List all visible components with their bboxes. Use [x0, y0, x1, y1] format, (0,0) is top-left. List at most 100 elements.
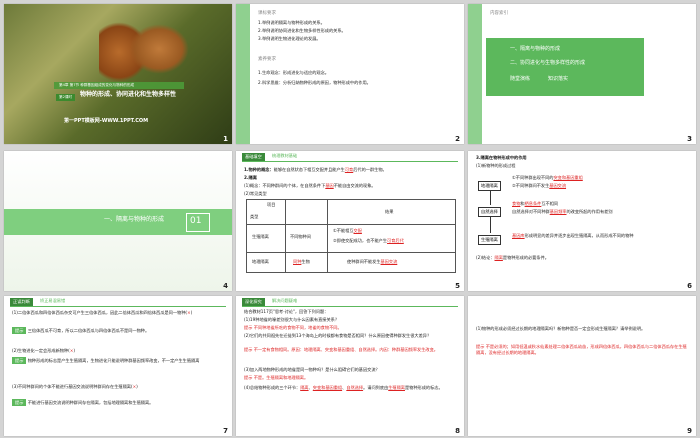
fill-blank: 栖息条件	[524, 201, 542, 206]
fill-blank: 交配	[353, 228, 362, 233]
slide-3-thumbnail[interactable]: 内容索引 一、隔离与物种的形成 二、协同进化与生物多样性的形成 随堂演练 知识落…	[468, 4, 696, 144]
requirement-line: 2.举例说明协同进化和生物多样性形成的关系。	[258, 28, 346, 33]
fill-blank: 突变和基因重组	[312, 385, 343, 390]
slide-2-thumbnail[interactable]: 课标要求 1.举例说明隔离与物种形成的关系。 2.举例说明协同进化和生物多样性形…	[236, 4, 464, 144]
question-text: 是物种形成的标志。	[404, 385, 443, 390]
requirement-line: 1.生命观念：形成进化与适应的观念。	[258, 70, 329, 75]
concept-line: (1)概念：不同种群间的个体，在自然条件下基因不能自由交流的现象。	[244, 183, 376, 189]
hint-text: 不同种地雀所吃的食物不同，地雀的食物不同。	[253, 325, 342, 330]
hint-label: 提示	[476, 344, 485, 349]
fill-blank: 基因库	[512, 233, 525, 238]
slide-5-thumbnail[interactable]: 基础填空 梳理教材基础 1.物种的概念：能够在自然状态下相互交配并且能产生可育后…	[236, 151, 464, 291]
question-text: )	[190, 310, 193, 315]
left-accent-bar	[236, 4, 250, 144]
question-text: )	[73, 348, 75, 353]
banner-underline	[242, 161, 458, 162]
cell-text: ②即使交配成功，也不能产生	[333, 238, 388, 243]
slide-number: 8	[455, 427, 460, 435]
hint-line: 提示 物种形成的标志是产生生殖隔离，生物进化只能说明种群基因频率改变，不一定产生…	[12, 357, 224, 364]
table-col-divider	[327, 200, 328, 272]
hint-text: 不能进行基因交流说明种群间存在隔离，包括地理隔离和生殖隔离。	[27, 400, 154, 405]
banner-underline	[10, 306, 226, 307]
fill-blank: 基因频率	[549, 209, 567, 214]
slide-4-thumbnail[interactable]: 一、隔离与物种的形成 01 4	[4, 151, 232, 291]
fill-blank: 生殖隔离	[388, 385, 405, 390]
template-footer: 第一PPT模板网-WWW.1PPT.COM	[64, 118, 149, 124]
slide-8-thumbnail[interactable]: 深化探究 解决问题疑难 结合教材117页"思考·讨论"，回答下列问题： (1)1…	[236, 296, 464, 436]
cell-text: 生物	[301, 259, 310, 264]
table-cell: 生殖隔离	[252, 234, 269, 239]
definition-text: 后代的一群生物。	[353, 167, 387, 172]
flow-text-part: 的改变所起的作用有差别	[566, 209, 613, 214]
hint-line: 提示 不是必须的；如用低温或秋水仙素处理二倍体西瓜幼苗，形成四倍体西瓜，四倍体西…	[476, 344, 688, 356]
table-row-divider	[247, 224, 455, 225]
hint-text: 不一定有食物相同。原因：地理隔离、突变和基因重组、自然选择。内因：种群基因频率发…	[253, 347, 438, 352]
hint-text: 不是。生殖隔离和地理隔离。	[253, 375, 309, 380]
slide-6-thumbnail[interactable]: 3.隔离在物种形成中的作用 (1)新物种的形成过程 地理隔离 ①不同种群出现不同…	[468, 151, 696, 291]
flow-text-part: 形成明显的差异并逐步出现生殖隔离，从而形成不同的物种	[524, 233, 634, 238]
slide-number: 5	[455, 282, 460, 290]
hint-line: 提示 不能进行基因交流说明种群间存在隔离，包括地理隔离和生殖隔离。	[12, 399, 224, 406]
slide-9-thumbnail[interactable]: (1)物种的形成必须经过长期的地理隔离吗？新物种是否一定会形成生殖隔离？请举例说…	[468, 296, 696, 436]
banner-label: 正误判断	[10, 298, 33, 306]
fill-blank: 自然选择	[346, 385, 364, 390]
definition-label: 1.物种的概念：	[244, 167, 274, 172]
cell-text: 使种群间不能发生	[347, 259, 381, 264]
table-cell: 不同物种间	[290, 234, 311, 239]
question-text: (1)二倍体西瓜和四倍体西瓜杂交可产生三倍体西瓜，因此二倍体西瓜和四倍体西瓜是同…	[12, 310, 188, 315]
slide-1-thumbnail[interactable]: 第4章 第7节 种群基因组成的变化与物种的形成 第2课时 物种的形成、协同进化和…	[4, 4, 232, 144]
flow-text-part: ①不同种群出现不同的	[512, 175, 554, 180]
flow-text: ①不同种群出现不同的突变和基因重组	[512, 175, 583, 181]
fill-blank: 基因交流	[380, 259, 398, 264]
conclusion-text: 是物种形成的必要条件。	[502, 255, 549, 260]
judgement-question: (1)二倍体西瓜和四倍体西瓜杂交可产生三倍体西瓜，因此二倍体西瓜和四倍体西瓜是同…	[12, 310, 224, 316]
contents-item[interactable]: 一、隔离与物种的形成	[510, 46, 560, 52]
hint-line: 提示 三倍体西瓜不可育，所以二倍体西瓜与四倍体西瓜不是同一物种。	[12, 327, 224, 334]
banner-underline	[242, 306, 458, 307]
section-title: 课标要求	[258, 11, 276, 16]
table-cell: 使种群间不能发生基因交流	[347, 259, 397, 265]
table-row-divider	[247, 252, 455, 253]
requirement-line: 2.科学思维：分析归纳物种形成的原因，物种形成中的作用。	[258, 80, 371, 85]
hint-label: 提示	[244, 375, 253, 380]
flow-text-part: 自然选择对不同种群	[512, 209, 550, 214]
slide-7-thumbnail[interactable]: 正误判断 矫正易混易错 (1)二倍体西瓜和四倍体西瓜杂交可产生三倍体西瓜，因此二…	[4, 296, 232, 436]
slide-number: 9	[687, 427, 692, 435]
fill-blank: 隔离	[494, 255, 503, 260]
slide-number: 2	[455, 135, 460, 143]
contents-subitem[interactable]: 知识落实	[548, 76, 568, 82]
table-cell: ②即使交配成功，也不能产生可育后代	[333, 238, 404, 244]
section-number: 01	[190, 216, 202, 226]
flow-arrow-down-icon	[490, 217, 491, 233]
judgement-question: (3)不同种群间的个体不能进行基因交流说明种群间存在生殖隔离(×)	[12, 384, 224, 390]
slide-heading: 3.隔离在物种形成中的作用	[476, 155, 527, 160]
squirrel-tail	[129, 24, 189, 74]
discussion-question: (1)物种的形成必须经过长期的地理隔离吗？新物种是否一定会形成生殖隔离？请举例说…	[476, 326, 646, 331]
conclusion-label: (2)结论：	[476, 255, 495, 260]
inquiry-question: (4)总结物种形成的三个环节：隔离、突变和基因重组、自然选择。请问到底由生殖隔离…	[244, 385, 443, 390]
banner-sub: 解决问题疑难	[272, 298, 298, 303]
table-cell: 地理隔离	[252, 259, 269, 264]
fill-blank: 基因	[325, 183, 334, 188]
inquiry-question: (3)加入两地物种形成的地雀是同一物种吗？是什么阻碍它们的基因交流？	[244, 367, 380, 372]
slide-number: 6	[687, 282, 692, 290]
contents-item[interactable]: 二、协同进化与生物多样性的形成	[510, 60, 585, 66]
question-text: 。请问到底由	[363, 385, 389, 390]
banner-sub: 梳理教材基础	[272, 153, 298, 158]
contents-title: 内容索引	[490, 11, 508, 16]
concept-text: (1)概念：不同种群间的个体，在自然条件下	[244, 183, 326, 188]
definition-text: 能够在自然状态下相互交配并且能产生	[273, 167, 345, 172]
heading-line: 2.隔离	[244, 175, 257, 180]
hint-label: 提示	[244, 347, 253, 352]
requirement-line: 3.举例说明生物进化理论的发展。	[258, 36, 321, 41]
fill-blank: 可育	[344, 167, 354, 172]
fill-blank: 可育后代	[387, 238, 404, 243]
hint-text: 不是必须的；如用低温或秋水仙素处理二倍体西瓜幼苗，形成四倍体西瓜，四倍体西瓜与二…	[476, 344, 687, 356]
table-cell: 同种生物	[293, 259, 310, 265]
question-text: (3)不同种群间的个体不能进行基因交流说明种群间存在生殖隔离(	[12, 384, 133, 389]
intro-line: 结合教材117页"思考·讨论"，回答下列问题：	[244, 309, 329, 314]
slide-number: 1	[223, 135, 228, 143]
contents-subitem[interactable]: 随堂演练	[510, 76, 530, 82]
flow-text: 食物和栖息条件互不相同	[512, 201, 558, 207]
hint-label: 提示	[12, 327, 27, 334]
